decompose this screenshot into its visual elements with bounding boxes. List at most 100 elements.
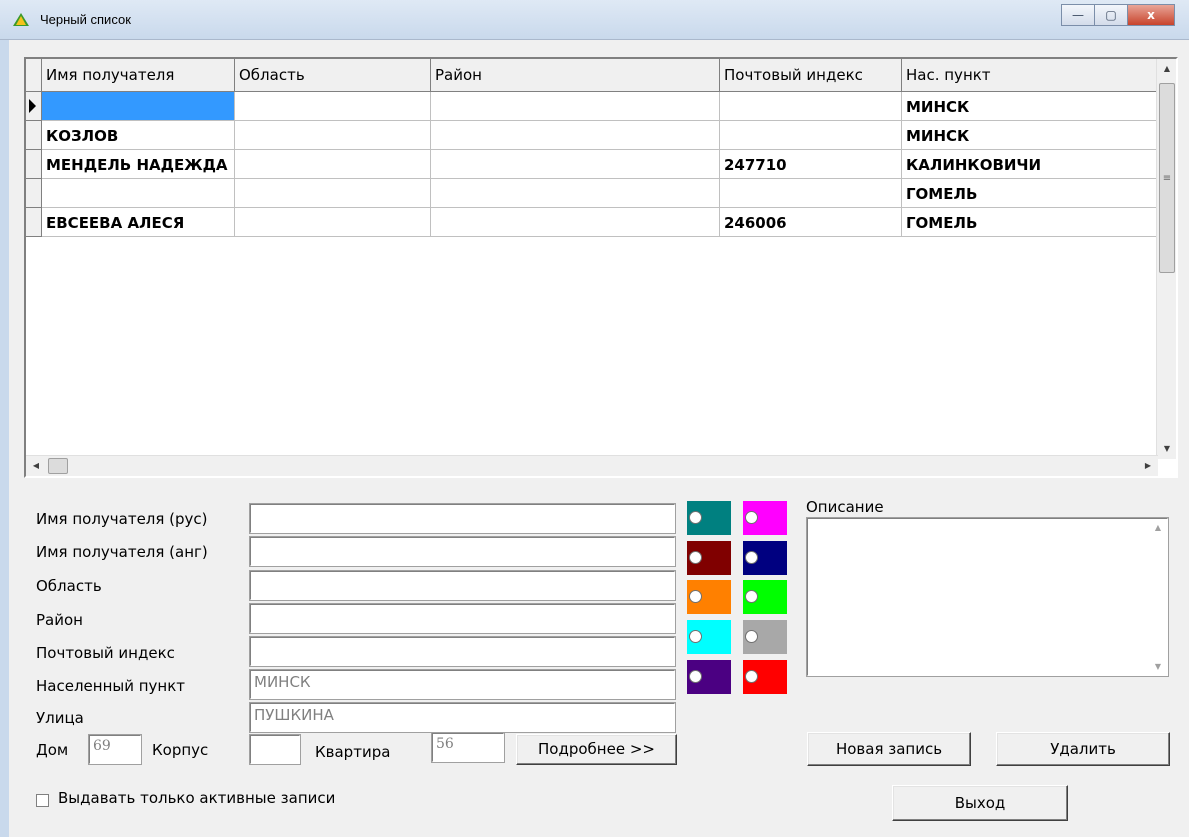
cell-postcode[interactable]	[720, 179, 902, 208]
district-input[interactable]	[249, 603, 676, 634]
color-radio[interactable]	[745, 630, 758, 643]
scroll-down-icon[interactable]: ▼	[1157, 439, 1176, 459]
postcode-label: Почтовый индекс	[36, 644, 175, 662]
close-icon: x	[1147, 8, 1155, 22]
flat-input[interactable]: 56	[431, 732, 505, 763]
column-header-locality[interactable]: Нас. пункт	[902, 59, 1158, 92]
column-header-name[interactable]: Имя получателя	[42, 59, 235, 92]
column-header-region[interactable]: Область	[235, 59, 431, 92]
records-grid[interactable]: Имя получателя Область Район Почтовый ин…	[24, 57, 1178, 478]
cell-district[interactable]	[431, 121, 720, 150]
grid-header: Имя получателя Область Район Почтовый ин…	[26, 59, 1158, 92]
cell-locality[interactable]: ГОМЕЛЬ	[902, 208, 1158, 237]
color-radio[interactable]	[689, 590, 702, 603]
active-only-label[interactable]: Выдавать только активные записи	[58, 789, 335, 807]
row-indicator[interactable]	[26, 150, 42, 179]
scroll-up-icon[interactable]: ▲	[1157, 59, 1176, 79]
window-title: Черный список	[40, 12, 131, 27]
block-input[interactable]	[249, 734, 301, 765]
street-input[interactable]: ПУШКИНА	[249, 702, 676, 733]
cell-locality[interactable]: МИНСК	[902, 92, 1158, 121]
horizontal-scroll-thumb[interactable]	[48, 458, 68, 474]
cell-name[interactable]: КОЗЛОВ	[42, 121, 235, 150]
cell-district[interactable]	[431, 150, 720, 179]
table-row[interactable]: МИНСК	[26, 92, 1158, 121]
color-swatch-orange[interactable]	[687, 580, 731, 614]
cell-name[interactable]	[42, 179, 235, 208]
delete-button[interactable]: Удалить	[996, 732, 1170, 766]
exit-button[interactable]: Выход	[892, 785, 1068, 821]
table-row[interactable]: ГОМЕЛЬ	[26, 179, 1158, 208]
column-header-district[interactable]: Район	[431, 59, 720, 92]
table-row[interactable]: ЕВСЕЕВА АЛЕСЯ 246006 ГОМЕЛЬ	[26, 208, 1158, 237]
locality-input[interactable]: МИНСК	[249, 669, 676, 700]
table-row[interactable]: КОЗЛОВ МИНСК	[26, 121, 1158, 150]
cell-name[interactable]	[42, 92, 235, 121]
color-radio[interactable]	[745, 511, 758, 524]
color-swatch-purple[interactable]	[687, 660, 731, 694]
description-textarea[interactable]: ▲ ▼	[806, 517, 1169, 677]
color-radio[interactable]	[689, 551, 702, 564]
region-input[interactable]	[249, 570, 676, 601]
color-radio[interactable]	[745, 551, 758, 564]
color-swatch-teal[interactable]	[687, 501, 731, 535]
name-eng-input[interactable]	[249, 536, 676, 567]
cell-postcode[interactable]: 247710	[720, 150, 902, 179]
color-radio[interactable]	[689, 670, 702, 683]
color-swatch-cyan[interactable]	[687, 620, 731, 654]
vertical-scroll-thumb[interactable]: ≡	[1159, 83, 1175, 273]
cell-locality[interactable]: КАЛИНКОВИЧИ	[902, 150, 1158, 179]
grid-vertical-scrollbar[interactable]: ▲ ≡ ▼	[1156, 59, 1176, 459]
district-label: Район	[36, 611, 83, 629]
grid-horizontal-scrollbar[interactable]: ◀ ▶	[26, 455, 1158, 476]
cell-name[interactable]: ЕВСЕЕВА АЛЕСЯ	[42, 208, 235, 237]
cell-region[interactable]	[235, 121, 431, 150]
scroll-down-icon[interactable]: ▼	[1149, 662, 1167, 671]
cell-region[interactable]	[235, 208, 431, 237]
color-swatch-magenta[interactable]	[743, 501, 787, 535]
grid-header-indicator	[26, 59, 42, 92]
row-indicator[interactable]	[26, 121, 42, 150]
cell-region[interactable]	[235, 150, 431, 179]
cell-locality[interactable]: МИНСК	[902, 121, 1158, 150]
scroll-left-icon[interactable]: ◀	[26, 456, 46, 476]
maximize-button[interactable]: ▢	[1094, 4, 1128, 26]
row-indicator[interactable]	[26, 208, 42, 237]
current-row-marker-icon	[29, 99, 36, 113]
color-swatch-navy[interactable]	[743, 541, 787, 575]
color-swatch-green[interactable]	[743, 580, 787, 614]
scroll-up-icon[interactable]: ▲	[1149, 523, 1167, 532]
color-radio[interactable]	[745, 590, 758, 603]
color-swatch-maroon[interactable]	[687, 541, 731, 575]
cell-postcode[interactable]	[720, 92, 902, 121]
cell-district[interactable]	[431, 92, 720, 121]
column-header-postcode[interactable]: Почтовый индекс	[720, 59, 902, 92]
cell-locality[interactable]: ГОМЕЛЬ	[902, 179, 1158, 208]
table-row[interactable]: МЕНДЕЛЬ НАДЕЖДА 247710 КАЛИНКОВИЧИ	[26, 150, 1158, 179]
color-swatch-gray[interactable]	[743, 620, 787, 654]
color-radio[interactable]	[745, 670, 758, 683]
color-radio[interactable]	[689, 630, 702, 643]
new-record-button[interactable]: Новая запись	[807, 732, 971, 766]
description-scrollbar[interactable]: ▲ ▼	[1149, 519, 1167, 675]
name-rus-input[interactable]	[249, 503, 676, 534]
scroll-right-icon[interactable]: ▶	[1138, 456, 1158, 476]
close-button[interactable]: x	[1127, 4, 1175, 26]
row-indicator[interactable]	[26, 92, 42, 121]
cell-region[interactable]	[235, 92, 431, 121]
postcode-input[interactable]	[249, 636, 676, 667]
minimize-button[interactable]: —	[1061, 4, 1095, 26]
minimize-icon: —	[1072, 8, 1084, 22]
row-indicator[interactable]	[26, 179, 42, 208]
cell-region[interactable]	[235, 179, 431, 208]
cell-postcode[interactable]: 246006	[720, 208, 902, 237]
color-swatch-red[interactable]	[743, 660, 787, 694]
cell-district[interactable]	[431, 179, 720, 208]
cell-district[interactable]	[431, 208, 720, 237]
active-only-checkbox[interactable]	[36, 794, 49, 807]
cell-postcode[interactable]	[720, 121, 902, 150]
house-input[interactable]: 69	[88, 734, 142, 765]
cell-name[interactable]: МЕНДЕЛЬ НАДЕЖДА	[42, 150, 235, 179]
color-radio[interactable]	[689, 511, 702, 524]
more-details-button[interactable]: Подробнее >>	[516, 734, 677, 765]
